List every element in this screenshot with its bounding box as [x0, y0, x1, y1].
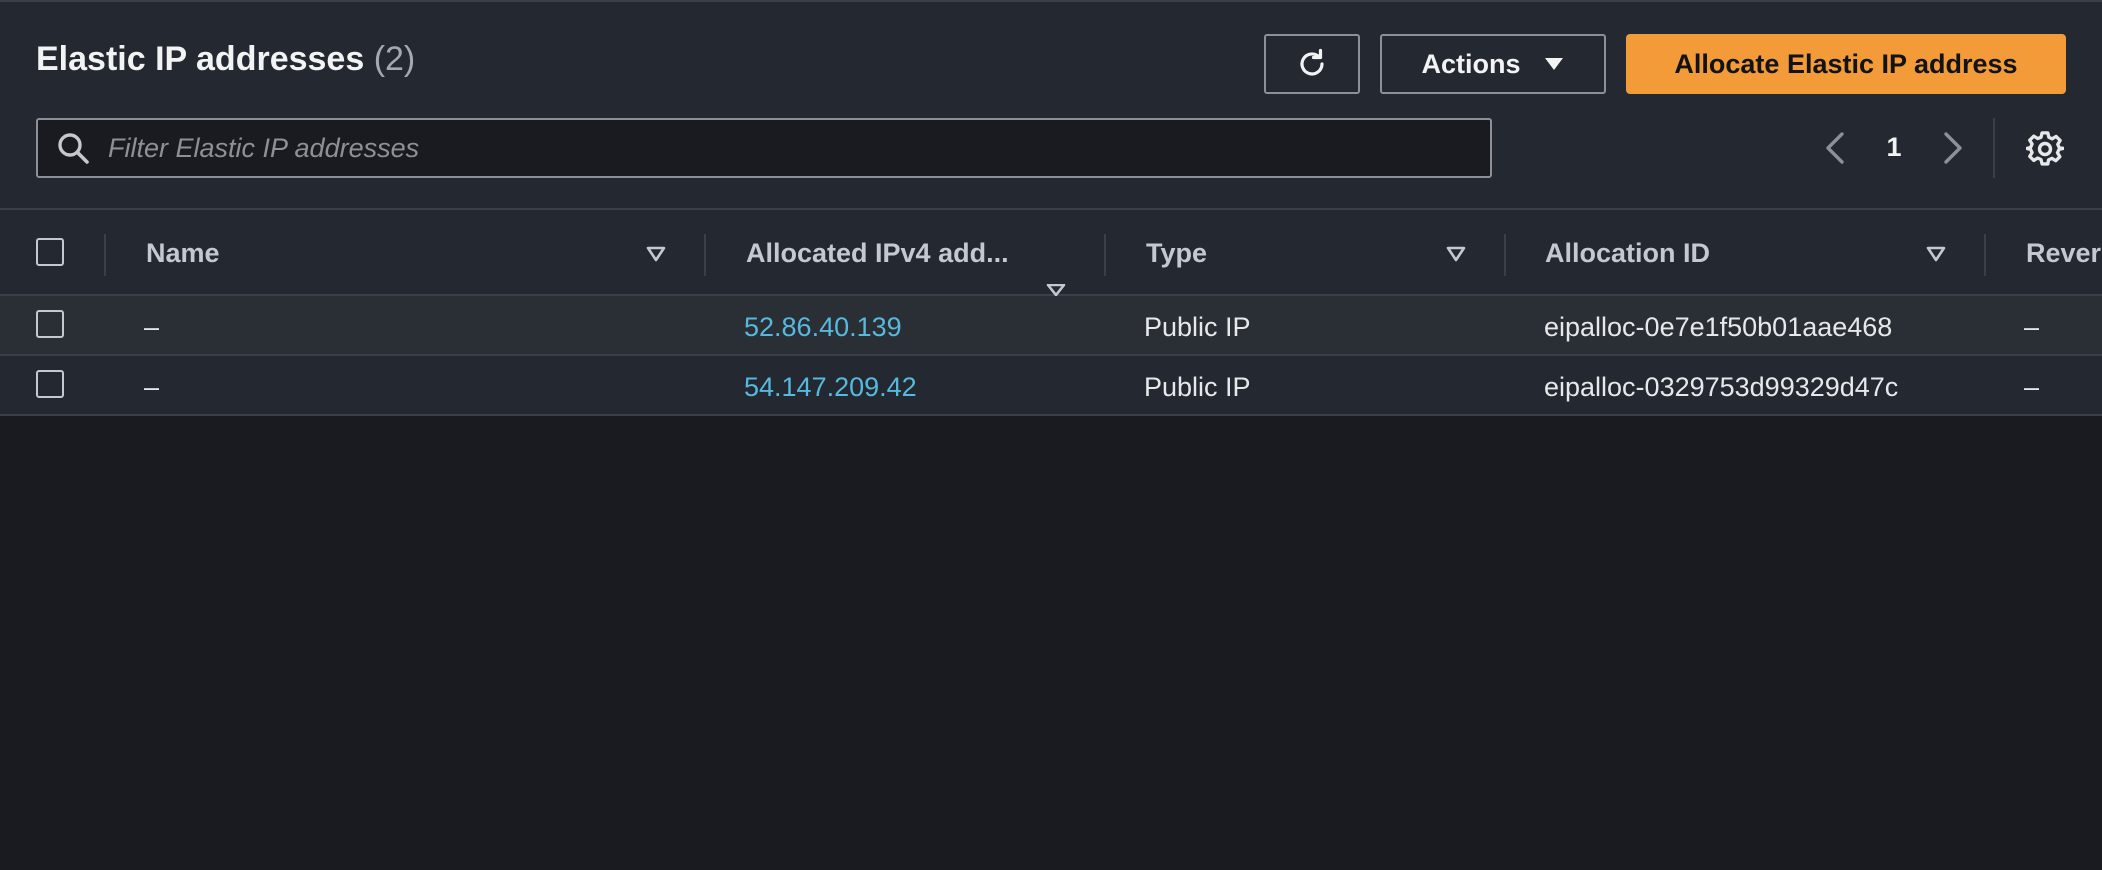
table-header: Name Allocated IPv4 add... Type Allocati…: [0, 208, 2102, 296]
cell-reverse-dns: –: [2024, 312, 2040, 342]
filter-box[interactable]: [36, 118, 1492, 178]
cell-allocation-id: eipalloc-0e7e1f50b01aae468: [1544, 312, 1893, 342]
cell-type: Public IP: [1144, 372, 1251, 402]
column-header-allocation-id[interactable]: Allocation ID: [1545, 238, 1710, 269]
column-header-name[interactable]: Name: [146, 238, 220, 269]
column-header-type[interactable]: Type: [1146, 238, 1207, 269]
column-separator: [1984, 234, 1986, 276]
gear-icon[interactable]: [2026, 130, 2064, 168]
cell-reverse-dns: –: [2024, 372, 2040, 402]
refresh-icon: [1300, 48, 1324, 76]
current-page-number[interactable]: 1: [1876, 132, 1912, 163]
refresh-button[interactable]: [1264, 34, 1360, 94]
pager-divider: [1993, 118, 1995, 178]
table-row[interactable]: – 54.147.209.42 Public IP eipalloc-03297…: [0, 356, 2102, 416]
page-title: Elastic IP addresses (2): [36, 40, 415, 79]
filter-input[interactable]: [106, 120, 1490, 176]
cell-ipv4-link[interactable]: 52.86.40.139: [744, 312, 902, 343]
sort-icon[interactable]: [646, 246, 666, 262]
caret-down-icon: [1544, 58, 1563, 70]
allocate-elastic-ip-button[interactable]: Allocate Elastic IP address: [1626, 34, 2066, 94]
allocate-label: Allocate Elastic IP address: [1674, 48, 2018, 79]
table-row[interactable]: – 52.86.40.139 Public IP eipalloc-0e7e1f…: [0, 296, 2102, 356]
column-header-reverse-dns[interactable]: Revers: [2026, 238, 2102, 269]
next-page-icon[interactable]: [1938, 128, 1968, 168]
elastic-ip-panel: Elastic IP addresses (2) Actions Allocat…: [0, 0, 2102, 416]
row-checkbox[interactable]: [36, 310, 64, 338]
column-separator: [704, 234, 706, 276]
cell-type: Public IP: [1144, 312, 1251, 342]
column-separator: [104, 234, 106, 276]
column-separator: [1104, 234, 1106, 276]
row-checkbox[interactable]: [36, 370, 64, 398]
cell-allocation-id: eipalloc-0329753d99329d47c: [1544, 372, 1899, 402]
actions-label: Actions: [1421, 48, 1521, 79]
column-separator: [1504, 234, 1506, 276]
cell-name: –: [144, 372, 160, 402]
cell-name: –: [144, 312, 160, 342]
sort-icon[interactable]: [1926, 246, 1946, 262]
search-icon: [58, 133, 89, 164]
actions-dropdown-button[interactable]: Actions: [1380, 34, 1606, 94]
sort-icon[interactable]: [1046, 284, 1066, 296]
select-all-checkbox[interactable]: [36, 238, 64, 266]
cell-ipv4-link[interactable]: 54.147.209.42: [744, 372, 917, 403]
page-title-text: Elastic IP addresses: [36, 40, 365, 78]
previous-page-icon[interactable]: [1820, 128, 1850, 168]
column-header-ipv4[interactable]: Allocated IPv4 add...: [746, 238, 1009, 269]
item-count: (2): [373, 40, 416, 78]
sort-icon[interactable]: [1446, 246, 1466, 262]
